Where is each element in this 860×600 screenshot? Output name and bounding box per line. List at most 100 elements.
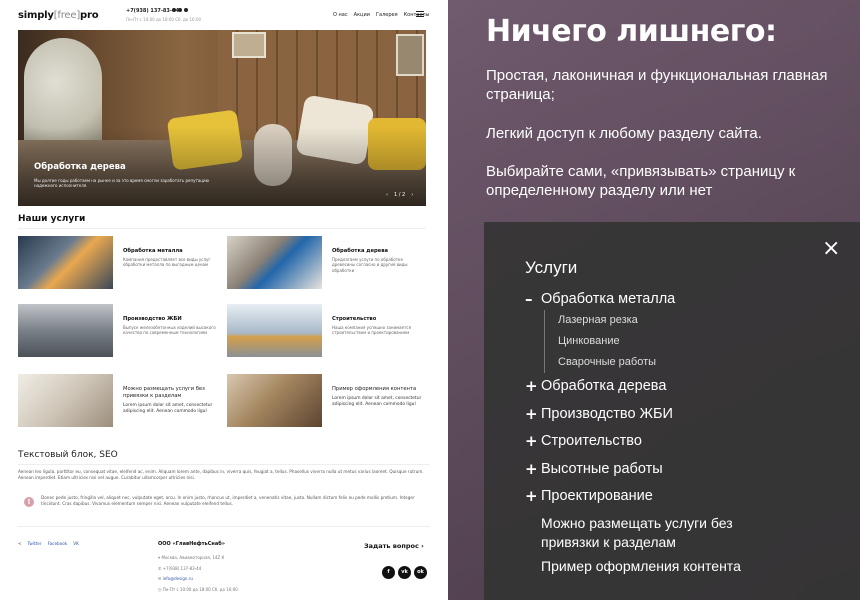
service-card[interactable]: Пример оформления контента Lorem ipsum d… [227, 374, 427, 428]
menu-item-plain[interactable]: Пример оформления контента [541, 557, 741, 576]
nav-item[interactable]: Галерея [376, 12, 398, 18]
service-title: Пример оформления контента [332, 386, 417, 392]
nav-item[interactable]: О нас [333, 12, 348, 18]
plus-icon: + [525, 377, 538, 395]
chevron-right-icon[interactable]: › [411, 192, 413, 198]
promo-title: Ничего лишнего: [486, 14, 777, 49]
menu-item-label: Строительство [541, 433, 642, 449]
service-photo [227, 236, 322, 289]
submenu-item[interactable]: Лазерная резка [558, 310, 656, 331]
footer-social: f vk ok [382, 566, 427, 579]
menu-item-label: Высотные работы [541, 461, 663, 477]
service-card[interactable]: Обработка дерева Предлагаем услуги по об… [227, 236, 427, 290]
service-desc: Lorem ipsum dolor sit amet, consectetur … [123, 403, 213, 414]
service-photo [18, 304, 113, 357]
facebook-icon[interactable]: f [382, 566, 395, 579]
chevron-left-icon[interactable]: ‹ [386, 192, 388, 198]
footer-address: ⌖ Москва, Авиамоторная, 14Z К [158, 553, 238, 564]
seo-text: Aenean leo ligula, porttitor eu, consequ… [18, 469, 424, 481]
footer-contacts: ⌖ Москва, Авиамоторная, 14Z К ✆ +7(938) … [158, 553, 238, 595]
menu-item-design[interactable]: + Проектирование [525, 487, 653, 505]
service-desc: Наша компания успешно занимается строите… [332, 325, 411, 336]
share-twitter[interactable]: Twitter [28, 541, 42, 546]
logo[interactable]: simply[free]pro [18, 10, 99, 21]
menu-item-concrete[interactable]: + Производство ЖБИ [525, 405, 673, 423]
submenu-item[interactable]: Сварочные работы [558, 352, 656, 373]
viber-icon[interactable] [178, 8, 182, 12]
plus-icon: + [525, 487, 538, 505]
logo-part: [free] [53, 10, 81, 21]
site-header: simply[free]pro +7(938) 137-83-44 Пн-Пт … [18, 6, 430, 28]
slide-counter: 1 / 2 [394, 192, 406, 198]
phone-text: +7(938) 137-83-44 [162, 565, 202, 571]
footer-org: ООО «ГлавНефтьСнаб» [158, 541, 225, 547]
messenger-icons [172, 8, 188, 12]
plus-icon: + [525, 405, 538, 423]
share-links: < Twitter Facebook VK [18, 541, 79, 546]
chevron-right-icon: › [421, 542, 424, 550]
service-desc: Компания предоставляет все виды услуг об… [123, 257, 211, 268]
vk-icon[interactable]: vk [398, 566, 411, 579]
share-icon: < [18, 541, 22, 546]
service-photo [18, 236, 113, 289]
menu-item-label: Проектирование [541, 488, 653, 504]
service-title: Производство ЖБИ [123, 316, 182, 322]
menu-item-wood[interactable]: + Обработка дерева [525, 377, 666, 395]
footer-hours: ◷ Пн-Пт с 10:00 до 18:00 Сб. до 16:00 [158, 585, 238, 596]
ok-icon[interactable]: ok [414, 566, 427, 579]
logo-part: simply [18, 10, 54, 21]
submenu: Лазерная резка Цинкование Сварочные рабо… [544, 310, 656, 373]
submenu-item[interactable]: Цинкование [558, 331, 656, 352]
service-card[interactable]: Обработка металла Компания предоставляет… [18, 236, 218, 290]
promo-paragraph: Простая, лаконичная и функциональная гла… [486, 67, 828, 103]
hero-title: Обработка дерева [34, 162, 126, 172]
service-title: Обработка металла [123, 248, 183, 254]
alert-icon: ! [24, 497, 34, 507]
service-card[interactable]: Строительство Наша компания успешно зани… [227, 304, 427, 358]
footer-email[interactable]: ✉ info@design.ru [158, 574, 238, 585]
nav-item[interactable]: Акции [354, 12, 370, 18]
promo-paragraph: Легкий доступ к любому разделу сайта. [486, 125, 762, 142]
services-heading: Наши услуги [18, 214, 86, 224]
header-phone[interactable]: +7(938) 137-83-44 [126, 8, 179, 14]
divider [18, 526, 430, 527]
service-photo [18, 374, 113, 427]
menu-item-construction[interactable]: + Строительство [525, 432, 642, 450]
whatsapp-icon[interactable] [172, 8, 176, 12]
hours-text: Пн-Пт с 10:00 до 18:00 Сб. до 16:00 [162, 586, 238, 592]
menu-title: Услуги [525, 258, 578, 277]
service-desc: Lorem ipsum dolor sit amet, consectetur … [332, 396, 422, 407]
menu-item-plain[interactable]: Можно размещать услуги без привязки к ра… [541, 514, 741, 552]
service-card[interactable]: Производство ЖБИ Выпуск железобетонных и… [18, 304, 218, 358]
slider-controls: ‹ 1 / 2 › [386, 192, 413, 198]
service-photo [227, 304, 322, 357]
site-preview: simply[free]pro +7(938) 137-83-44 Пн-Пт … [0, 0, 448, 600]
share-vk[interactable]: VK [73, 541, 79, 546]
ask-label: Задать вопрос [364, 542, 419, 550]
menu-item-metal[interactable]: – Обработка металла [525, 290, 675, 308]
menu-item-label: Обработка дерева [541, 378, 667, 394]
minus-icon: – [525, 290, 533, 308]
alert-text: Donec pede justo, fringilla vel, aliquet… [41, 495, 415, 507]
header-hours: Пн-Пт с 10:00 до 18:00 Сб. до 16:00 [126, 17, 202, 22]
email-text: info@design.ru [162, 576, 193, 581]
service-card[interactable]: Можно размещать услуги без привязки к ра… [18, 374, 218, 428]
address-text: Москва, Авиамоторная, 14Z К [161, 555, 225, 560]
divider [18, 228, 426, 229]
plus-icon: + [525, 432, 538, 450]
menu-icon[interactable] [416, 11, 424, 17]
service-desc: Предлагаем услуги по обработке древесины… [332, 257, 408, 273]
share-facebook[interactable]: Facebook [48, 541, 68, 546]
promo-paragraph: Выбирайте сами, «привязывать» страницу к… [486, 163, 796, 199]
menu-item-height[interactable]: + Высотные работы [525, 460, 663, 478]
ask-question-link[interactable]: Задать вопрос › [364, 542, 424, 550]
service-title: Строительство [332, 316, 377, 322]
service-desc: Выпуск железобетонных изделий высокого к… [123, 325, 216, 336]
close-icon[interactable]: × [822, 238, 840, 260]
menu-item-label: Производство ЖБИ [541, 406, 673, 422]
service-title: Обработка дерева [332, 248, 388, 254]
hero-slider: Обработка дерева Мы долгие годы работаем… [18, 30, 426, 206]
telegram-icon[interactable] [184, 8, 188, 12]
footer-phone[interactable]: ✆ +7(938) 137-83-44 [158, 564, 238, 575]
logo-part: pro [80, 10, 99, 21]
